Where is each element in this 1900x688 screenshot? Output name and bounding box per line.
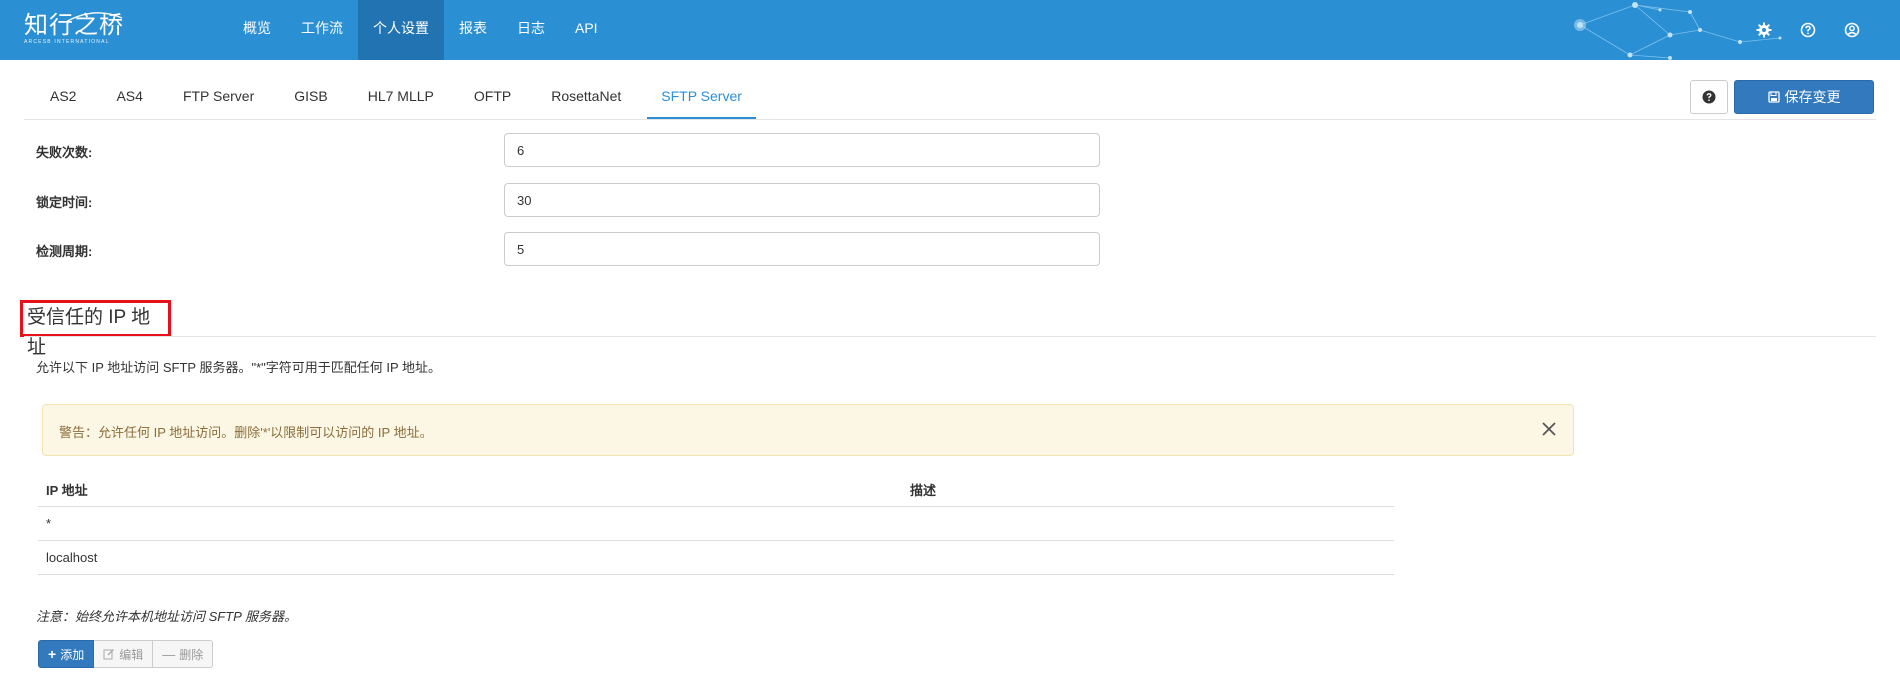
table-header-row: IP 地址 描述 [38,474,1394,507]
tab-gisb[interactable]: GISB [268,80,341,120]
save-button[interactable]: 保存变更 [1734,80,1874,114]
tab-hl7-mllp[interactable]: HL7 MLLP [342,80,448,120]
section-divider [24,336,1876,337]
logo[interactable]: 知行之桥 ARCESB INTERNATIONAL [24,12,124,45]
tab-sftp-server[interactable]: SFTP Server [647,80,756,120]
warning-alert-text: 警告：允许任何 IP 地址访问。删除'*'以限制可以访问的 IP 地址。 [59,425,433,440]
add-button-label: 添加 [60,647,85,662]
nav-item-workflow[interactable]: 工作流 [286,0,358,60]
question-icon [1702,90,1716,104]
floppy-disk-icon [1767,91,1780,103]
help-button[interactable] [1690,80,1728,114]
tab-ftp-server[interactable]: FTP Server [157,80,268,120]
column-header-ip[interactable]: IP 地址 [38,474,902,507]
failed-attempts-label: 失败次数: [36,145,93,160]
edit-icon [103,649,115,660]
minus-icon: — [162,646,176,662]
add-button[interactable]: + 添加 [38,640,95,668]
lockout-time-label: 锁定时间: [36,195,93,210]
nav-item-api[interactable]: API [560,0,613,60]
tab-as2[interactable]: AS2 [24,80,90,120]
section-description: 允许以下 IP 地址访问 SFTP 服务器。"*"字符可用于匹配任何 IP 地址… [36,360,442,375]
tabs-divider [24,119,1876,120]
edit-button[interactable]: 编辑 [94,640,154,668]
table-row[interactable]: localhost [38,540,1394,575]
logo-subtext: ARCESB INTERNATIONAL [24,39,110,45]
main-nav: 概览 工作流 个人设置 报表 日志 API [228,0,613,60]
nav-item-logs[interactable]: 日志 [502,0,560,60]
gear-icon[interactable] [1752,18,1776,42]
trusted-ip-table: IP 地址 描述 * localhost [38,474,1394,575]
ip-cell: localhost [38,540,902,575]
nav-item-overview[interactable]: 概览 [228,0,286,60]
tab-oftp[interactable]: OFTP [448,80,525,120]
note-text: 注意：始终允许本机地址访问 SFTP 服务器。 [36,609,297,624]
header-icons [1752,18,1864,42]
logo-arc-icon [65,12,123,23]
delete-button-label: 删除 [179,647,204,662]
description-cell [902,540,1394,575]
description-cell [902,506,1394,541]
section-title: 受信任的 IP 地址 [20,300,171,358]
help-circle-icon[interactable] [1796,18,1820,42]
save-button-label: 保存变更 [1784,89,1841,105]
user-circle-icon[interactable] [1840,18,1864,42]
nav-item-profile[interactable]: 个人设置 [358,0,444,60]
warning-alert: 警告：允许任何 IP 地址访问。删除'*'以限制可以访问的 IP 地址。 [42,404,1574,456]
table-actions: + 添加 编辑 — 删除 [38,640,214,668]
table-row[interactable]: * [38,506,1394,541]
delete-button[interactable]: — 删除 [153,640,214,668]
edit-button-label: 编辑 [119,647,144,662]
detection-period-label: 检测周期: [36,244,93,259]
tab-as4[interactable]: AS4 [90,80,156,120]
close-icon[interactable] [1539,419,1559,439]
ip-cell: * [38,506,902,541]
detection-period-input[interactable] [504,232,1100,266]
column-header-description[interactable]: 描述 [902,474,1394,507]
failed-attempts-input[interactable] [504,133,1100,167]
lockout-time-input[interactable] [504,183,1100,217]
plus-icon: + [48,646,57,662]
tab-rosettanet[interactable]: RosettaNet [525,80,635,120]
nav-item-reports[interactable]: 报表 [444,0,502,60]
protocol-tabs: AS2 AS4 FTP Server GISB HL7 MLLP OFTP Ro… [24,80,756,120]
top-navbar: 知行之桥 ARCESB INTERNATIONAL 概览 工作流 个人设置 报表… [0,0,1900,60]
